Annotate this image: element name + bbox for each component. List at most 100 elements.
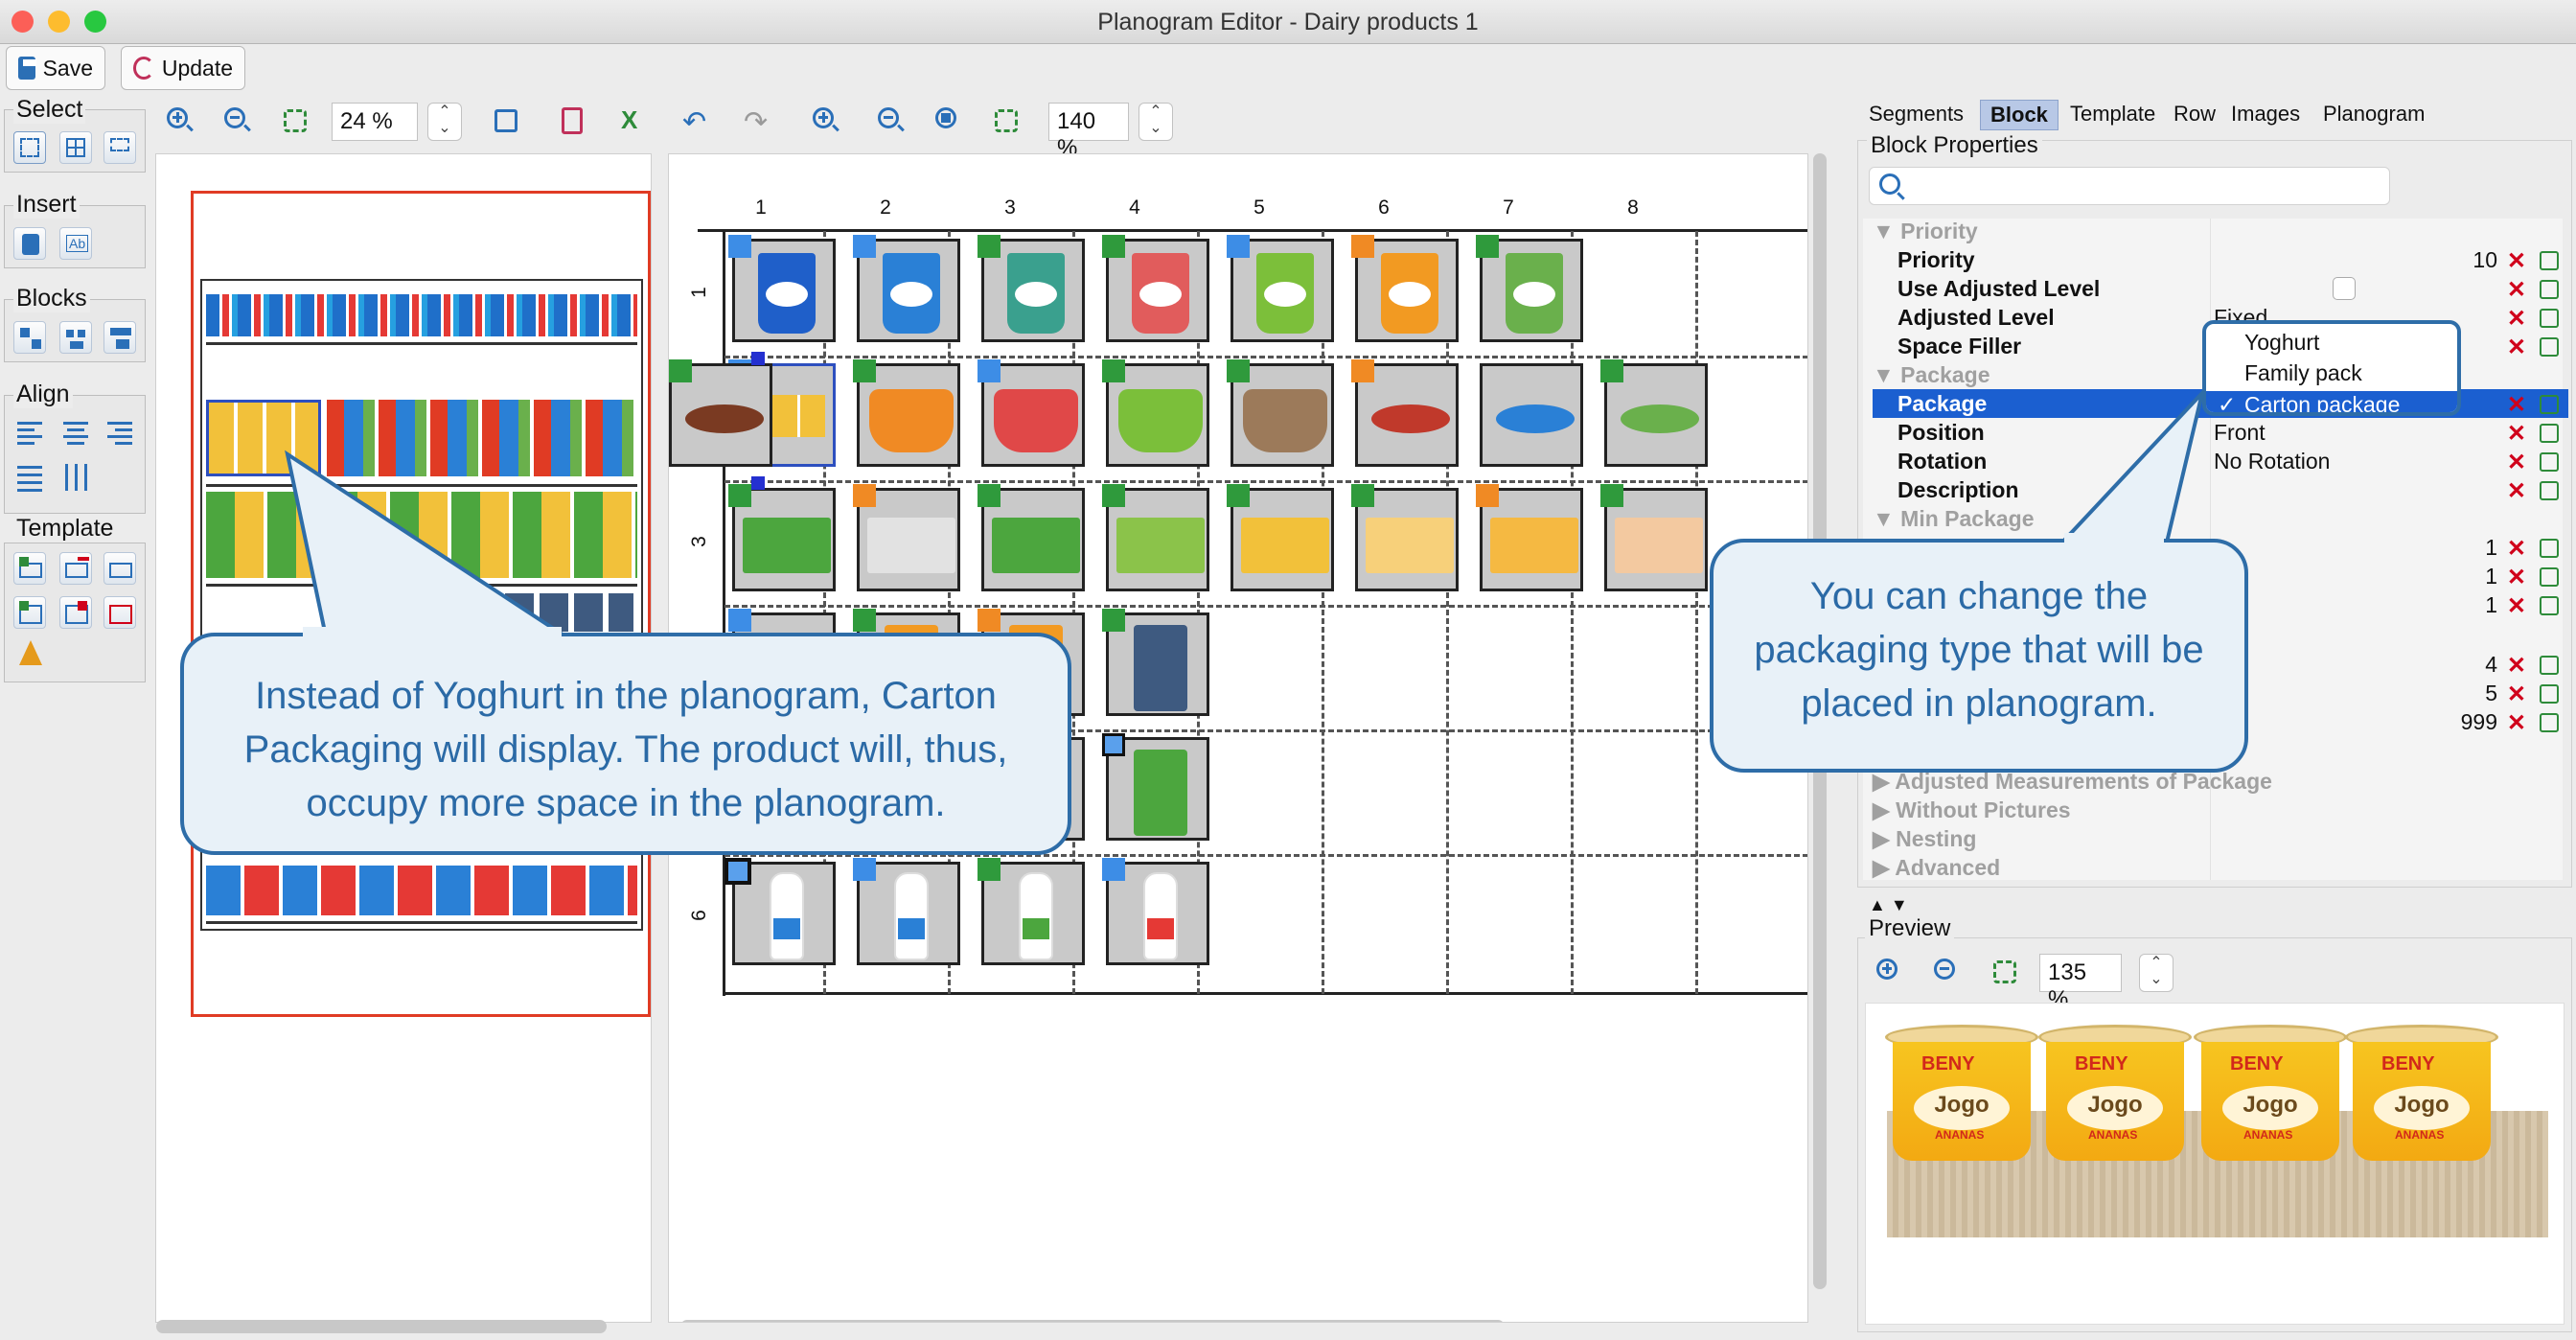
tab-row[interactable]: Row [2164, 100, 2225, 130]
select-grid-icon[interactable] [59, 131, 92, 164]
block-merge-icon[interactable] [59, 321, 92, 354]
row-header: 1 [687, 287, 710, 298]
prop-description[interactable]: Description ✕ [1873, 475, 2568, 504]
delete-icon: ✕ [2506, 277, 2526, 303]
template-edit-icon[interactable] [104, 552, 136, 585]
selection-marker[interactable] [724, 858, 751, 885]
block-split-icon[interactable] [13, 321, 46, 354]
mirror-icon[interactable] [13, 638, 46, 671]
section-without-pictures[interactable]: ▶ Without Pictures [1873, 797, 2071, 823]
product-image [883, 253, 940, 334]
search-icon [1879, 173, 1900, 195]
zoom-out-icon[interactable] [220, 104, 255, 138]
product-group-marker [978, 235, 1000, 258]
product-group-marker [853, 359, 876, 382]
use-adjusted-level-checkbox[interactable] [2333, 277, 2356, 300]
insert-text-icon[interactable]: Ab [59, 227, 92, 260]
distribute-columns-icon[interactable] [59, 460, 92, 493]
product-group-marker [853, 235, 876, 258]
product-image [1007, 253, 1065, 334]
editor-zoom-stepper[interactable]: ⌃ ⌄ [1138, 103, 1173, 141]
save-button-label: Save [42, 55, 93, 81]
section-advanced[interactable]: ▶ Advanced [1873, 855, 2000, 881]
section-priority[interactable]: ▼ Priority [1873, 219, 1978, 244]
package-dropdown[interactable]: Yoghurt Family pack ✓ Carton package [2202, 320, 2461, 416]
export-excel-icon[interactable]: X [617, 104, 652, 138]
option-yoghurt[interactable]: Yoghurt [2244, 330, 2319, 356]
tab-images[interactable]: Images [2221, 100, 2310, 130]
selected-block-thumbnail[interactable] [206, 400, 321, 476]
product-group-marker [978, 858, 1000, 881]
delete-icon: ✕ [2506, 306, 2526, 332]
tab-planogram[interactable]: Planogram [2313, 100, 2434, 130]
template-replace-icon[interactable] [59, 596, 92, 629]
template-add-icon[interactable] [13, 552, 46, 585]
prop-rotation[interactable]: Rotation No Rotation ✕ [1873, 447, 2568, 475]
tab-template[interactable]: Template [2060, 100, 2165, 130]
block-move-icon[interactable] [104, 321, 136, 354]
save-button[interactable]: Save [6, 46, 105, 90]
editor-zoom-fit-icon[interactable] [932, 104, 966, 138]
section-nesting[interactable]: ▶ Nesting [1873, 826, 1976, 852]
properties-search-input[interactable] [1869, 167, 2390, 205]
select-group-title: Select [13, 96, 86, 124]
align-left-icon[interactable] [13, 416, 46, 449]
preview-zoom-in-icon[interactable] [1873, 955, 1907, 989]
refresh-icon [133, 57, 154, 80]
distribute-rows-icon[interactable] [13, 460, 46, 493]
copy-icon [2540, 596, 2559, 615]
column-header: 8 [1627, 196, 1639, 219]
editor-zoom-out-icon[interactable] [874, 104, 908, 138]
product-image [1621, 404, 1699, 433]
prop-use-adjusted-level[interactable]: Use Adjusted Level ✕ [1873, 274, 2568, 303]
redo-icon[interactable]: ↷ [742, 104, 776, 138]
section-min-package[interactable]: ▼ Min Package [1873, 506, 2035, 532]
editor-zoom-field[interactable]: 140 % [1048, 103, 1129, 161]
product-image [894, 872, 929, 960]
column-header: 6 [1378, 196, 1390, 219]
tab-block[interactable]: Block [1980, 100, 2058, 130]
overview-zoom-stepper[interactable]: ⌃ ⌄ [427, 103, 462, 141]
align-center-icon[interactable] [59, 416, 92, 449]
select-pointer-icon[interactable] [13, 131, 46, 164]
grid-h-scrollbar[interactable] [680, 1320, 1505, 1322]
editor-fit-screen-icon[interactable] [989, 104, 1024, 138]
preview-zoom-stepper[interactable]: ⌃ ⌄ [2139, 954, 2174, 992]
export-image-icon[interactable] [489, 104, 523, 138]
column-header: 1 [755, 196, 767, 219]
prop-position[interactable]: Position Front ✕ [1873, 418, 2568, 447]
undo-icon[interactable]: ↶ [680, 104, 715, 138]
resize-handle[interactable] [751, 352, 765, 365]
editor-zoom-in-icon[interactable] [809, 104, 843, 138]
select-area-icon[interactable] [104, 131, 136, 164]
overview-h-scrollbar[interactable] [156, 1320, 607, 1333]
shelf-row-6 [206, 866, 637, 915]
insert-group-title: Insert [13, 191, 80, 219]
align-right-icon[interactable] [104, 416, 136, 449]
update-button[interactable]: Update [121, 46, 245, 90]
preview-zoom-field[interactable]: 135 % [2039, 954, 2122, 1012]
section-adjusted-measurements[interactable]: ▶ Adjusted Measurements of Package [1873, 769, 2272, 795]
preview-fit-icon[interactable] [1988, 955, 2022, 989]
section-package[interactable]: ▼ Package [1873, 362, 1990, 388]
option-family-pack[interactable]: Family pack [2244, 360, 2362, 386]
template-clear-icon[interactable] [104, 596, 136, 629]
delete-icon: ✕ [2506, 653, 2526, 679]
tab-segments[interactable]: Segments [1859, 100, 1973, 130]
template-remove-icon[interactable] [59, 552, 92, 585]
product-group-marker [728, 235, 751, 258]
insert-block-icon[interactable] [13, 227, 46, 260]
planogram-block[interactable] [1480, 363, 1583, 467]
fit-to-screen-icon[interactable] [278, 104, 312, 138]
overview-zoom-field[interactable]: 24 % [332, 103, 418, 141]
panel-collapse-arrows[interactable]: ▲ ▼ [1869, 895, 1908, 915]
resize-handle[interactable] [751, 476, 765, 490]
product-image [685, 404, 764, 433]
shelf-row-2 [327, 400, 633, 476]
zoom-in-icon[interactable] [163, 104, 197, 138]
option-carton-package[interactable]: ✓ Carton package [2206, 391, 2457, 412]
export-pdf-icon[interactable] [554, 104, 588, 138]
preview-zoom-out-icon[interactable] [1930, 955, 1965, 989]
prop-priority[interactable]: Priority 10 ✕ [1873, 245, 2568, 274]
template-apply-icon[interactable] [13, 596, 46, 629]
